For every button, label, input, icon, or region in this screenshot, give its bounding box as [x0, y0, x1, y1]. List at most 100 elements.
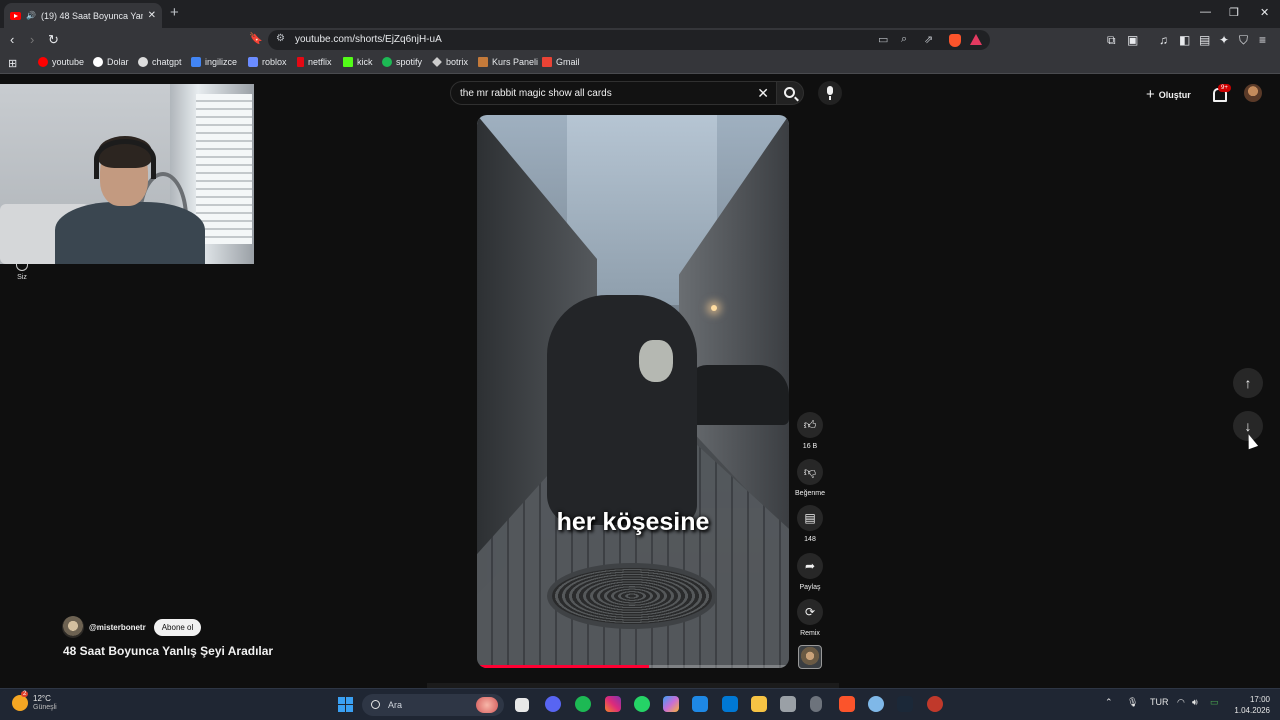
network-tool-icon[interactable]	[868, 696, 884, 712]
spotify-icon[interactable]	[575, 696, 591, 712]
copilot-icon[interactable]	[663, 696, 679, 712]
bookmark-kurs-paneli[interactable]: Kurs Paneli	[478, 57, 538, 67]
clear-search-icon[interactable]: ✕	[757, 85, 769, 102]
media-icon[interactable]: ♫	[1159, 33, 1168, 47]
recording-app-icon[interactable]	[927, 696, 943, 712]
brave-shields-icon[interactable]	[949, 34, 961, 47]
share-icon: ➦	[797, 553, 823, 579]
bookmark-ingilizce[interactable]: ingilizce	[191, 57, 237, 67]
dislike-button[interactable]: 👎︎ Beğenme	[795, 459, 825, 497]
address-bar[interactable]: ⚙ youtube.com/shorts/EjZq6njH-uA ▭ ⌕ ⇗	[268, 30, 990, 50]
menu-icon[interactable]: ≡	[1259, 33, 1266, 47]
back-icon[interactable]: ‹	[10, 32, 14, 47]
volume-icon[interactable]: 🔊︎	[1192, 697, 1198, 708]
vpn-icon[interactable]: ⛉	[1239, 33, 1248, 48]
account-avatar[interactable]	[1244, 84, 1262, 102]
folder-icon[interactable]	[751, 696, 767, 712]
brave-browser-icon[interactable]	[839, 696, 855, 712]
share-button[interactable]: ➦ Paylaş	[796, 553, 824, 591]
thumbs-up-icon: 👍︎	[797, 412, 823, 438]
plus-icon: +	[1146, 86, 1155, 103]
previous-video-button[interactable]: ↑	[1233, 368, 1263, 398]
channel-info: @misterbonetr Abone ol	[62, 616, 202, 638]
google-icon	[93, 57, 103, 67]
instagram-icon[interactable]	[605, 696, 621, 712]
reload-icon[interactable]: ↻	[48, 32, 59, 48]
battery-icon[interactable]: ▭	[1210, 697, 1219, 708]
video-title[interactable]: 48 Saat Boyunca Yanlış Şeyi Aradılar	[63, 644, 273, 658]
bookmark-icon[interactable]: 🔖	[249, 32, 263, 45]
close-tab-icon[interactable]: ✕	[148, 10, 156, 21]
video-progress-bar[interactable]	[477, 665, 789, 668]
discord-icon[interactable]	[545, 696, 561, 712]
search-button[interactable]	[776, 81, 804, 105]
leo-ai-icon[interactable]: ✦	[1219, 33, 1229, 47]
address-url: youtube.com/shorts/EjZq6njH-uA	[295, 34, 442, 45]
subscribe-button[interactable]: Abone ol	[153, 618, 202, 636]
comments-button[interactable]: ▤ 148	[796, 505, 824, 543]
extensions-icon[interactable]: ⧉	[1107, 33, 1116, 48]
calculator-icon[interactable]	[780, 696, 796, 712]
language-indicator[interactable]: TUR	[1150, 697, 1169, 707]
browser-toolbar: ‹ › ↻ 🔖 ⚙ youtube.com/shorts/EjZq6njH-uA…	[0, 28, 1280, 52]
bookmark-youtube[interactable]: youtube	[38, 57, 84, 67]
share-page-icon[interactable]: ⇗	[924, 33, 933, 46]
store-icon[interactable]	[692, 696, 708, 712]
microsoft-store-icon[interactable]	[722, 696, 738, 712]
zoom-icon[interactable]: ⌕	[901, 33, 907, 46]
weather-badge: 2	[21, 690, 29, 697]
bookmark-netflix[interactable]: netflix	[297, 57, 332, 67]
taskbar-search[interactable]: Ara	[362, 694, 504, 716]
bookmark-botrix[interactable]: botrix	[432, 57, 468, 67]
tray-expand-icon[interactable]: ⌃	[1105, 697, 1113, 708]
channel-handle[interactable]: @misterbonetr	[89, 623, 146, 632]
shorts-video-player[interactable]: her köşesine	[477, 115, 789, 668]
bookmark-spotify[interactable]: spotify	[382, 57, 422, 67]
sidebar-item-label: Siz	[17, 274, 27, 281]
restore-icon[interactable]: ❐	[1229, 6, 1239, 19]
bookmark-gmail[interactable]: Gmail	[542, 57, 580, 67]
mouse-app-icon[interactable]	[810, 696, 822, 712]
windows-taskbar: 2 12°C Güneşli Ara ⌃ 🎙︎ TUR ◠ 🔊︎ ▭ 17:00…	[0, 688, 1280, 720]
file-manager-icon[interactable]	[515, 698, 529, 712]
voice-search-icon[interactable]	[818, 81, 842, 105]
brave-rewards-icon[interactable]	[970, 34, 982, 45]
close-window-icon[interactable]: ✕	[1260, 6, 1269, 19]
bookmark-kick[interactable]: kick	[343, 57, 373, 67]
forward-icon[interactable]: ›	[30, 32, 34, 47]
bookmark-dolar[interactable]: Dolar	[93, 57, 129, 67]
sidebar-toggle-icon[interactable]: ◧	[1179, 33, 1190, 47]
whatsapp-icon[interactable]	[634, 696, 650, 712]
cast-icon[interactable]: ▭	[878, 33, 888, 46]
weather-widget[interactable]: 2 12°C Güneşli	[12, 690, 57, 711]
browser-tab-strip: 🔊 (19) 48 Saat Boyunca Yanlış Ş ✕ + — ❐ …	[0, 0, 1280, 28]
taskbar-search-label: Ara	[388, 700, 403, 710]
microphone-icon[interactable]: 🎙︎	[1127, 697, 1138, 708]
browser-tab[interactable]: 🔊 (19) 48 Saat Boyunca Yanlış Ş ✕	[4, 3, 162, 28]
channel-avatar[interactable]	[62, 616, 84, 638]
spotify-icon	[382, 57, 392, 67]
wallet-icon[interactable]: ▤	[1199, 33, 1210, 47]
sidebar-item-you[interactable]: Siz	[14, 264, 30, 281]
new-tab-icon[interactable]: +	[170, 4, 179, 21]
bookmark-chatgpt[interactable]: chatgpt	[138, 57, 182, 67]
sound-thumbnail[interactable]	[798, 645, 822, 669]
bookmark-roblox[interactable]: roblox	[248, 57, 287, 67]
create-button[interactable]: + Oluştur	[1146, 86, 1191, 103]
remix-button[interactable]: ⟳ Remix	[796, 599, 824, 637]
temperature: 12°C	[33, 694, 51, 703]
speaker-icon[interactable]: 🔊	[26, 11, 36, 20]
like-button[interactable]: 👍︎ 16 B	[796, 412, 824, 450]
site-info-icon[interactable]: ⚙	[276, 33, 285, 44]
apps-grid-icon[interactable]: ⊞	[8, 57, 17, 70]
steam-icon[interactable]	[897, 696, 913, 712]
comment-icon: ▤	[797, 505, 823, 531]
windows-start-icon[interactable]	[338, 697, 353, 712]
wifi-icon[interactable]: ◠	[1177, 697, 1185, 708]
search-input[interactable]: the mr rabbit magic show all cards ✕	[450, 81, 780, 105]
minimize-icon[interactable]: —	[1200, 6, 1211, 18]
tab-search-icon[interactable]: ▣	[1127, 33, 1138, 47]
remix-label: Remix	[800, 630, 820, 637]
search-highlight-icon	[476, 697, 498, 713]
system-clock[interactable]: 17:00 1.04.2026	[1234, 694, 1270, 716]
